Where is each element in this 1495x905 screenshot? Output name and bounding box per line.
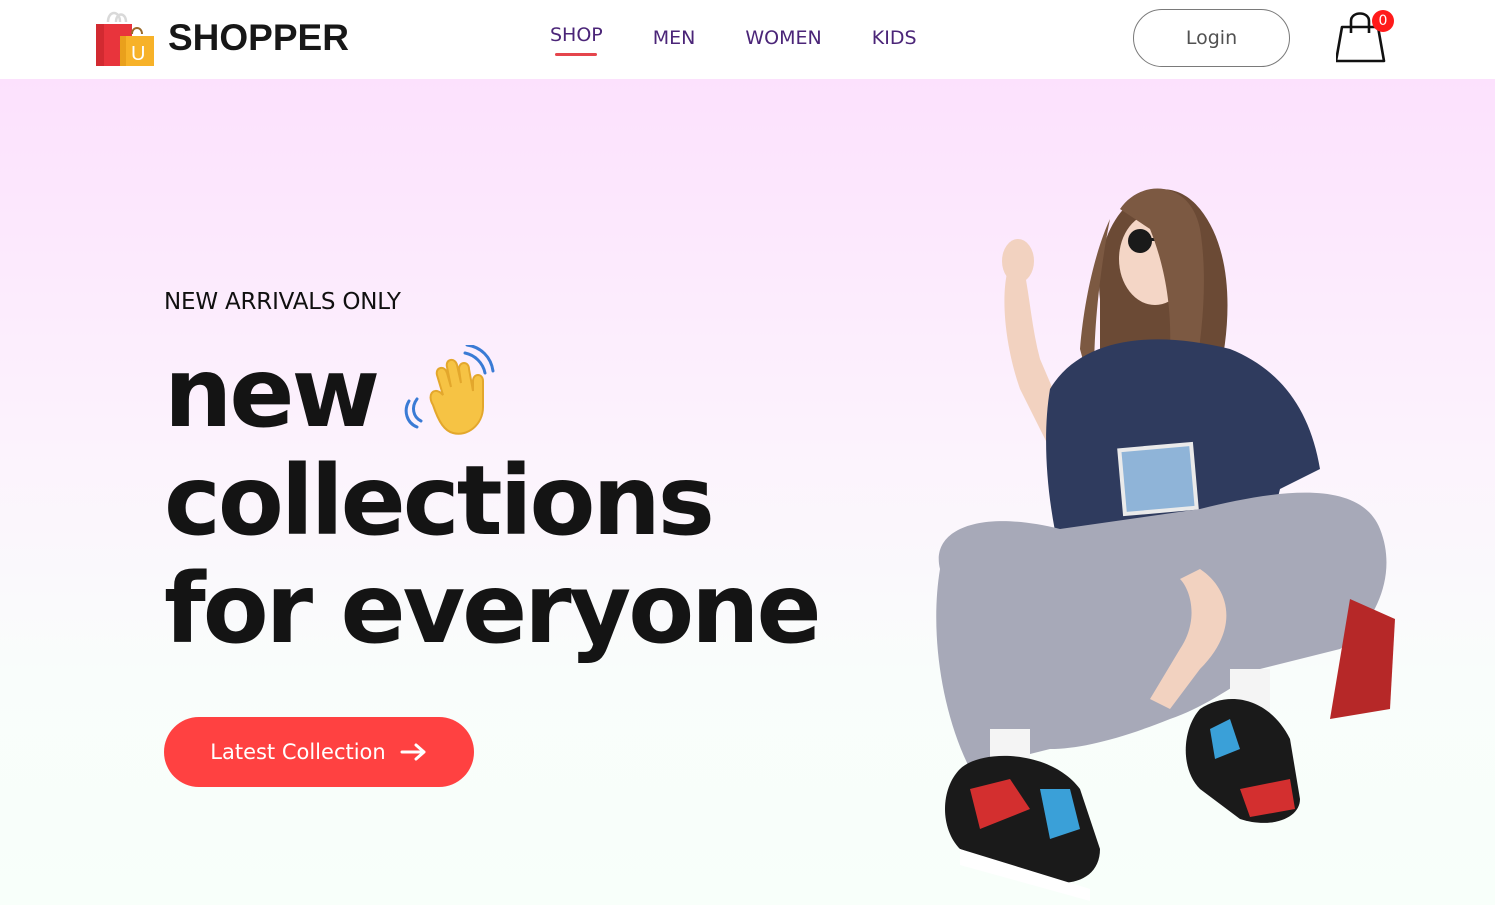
latest-collection-button[interactable]: Latest Collection xyxy=(164,717,474,787)
main-nav: SHOP MEN WOMEN KIDS xyxy=(550,22,967,60)
nav-item-men[interactable]: MEN xyxy=(653,22,696,60)
nav-item-kids[interactable]: KIDS xyxy=(872,22,917,60)
navbar: U SHOPPER SHOP MEN WOMEN KIDS Login 0 xyxy=(0,0,1495,79)
hero-title-line: for everyone xyxy=(164,553,822,665)
brand-logo[interactable]: U SHOPPER xyxy=(94,8,349,68)
hero-text: NEW ARRIVALS ONLY new collections for ev… xyxy=(164,289,822,665)
hero-title-word: collections xyxy=(164,445,715,557)
cart-button[interactable]: 0 xyxy=(1334,9,1394,67)
hero-title-word: new xyxy=(164,337,380,449)
nav-item-label: WOMEN xyxy=(745,27,822,49)
nav-item-label: SHOP xyxy=(550,24,603,46)
nav-item-label: KIDS xyxy=(871,27,917,49)
arrow-right-icon xyxy=(400,743,426,761)
waving-hand-icon xyxy=(404,345,495,435)
nav-item-women[interactable]: WOMEN xyxy=(745,22,821,60)
cta-label: Latest Collection xyxy=(210,740,386,764)
login-button[interactable]: Login xyxy=(1133,9,1290,67)
hero-section: NEW ARRIVALS ONLY new collections for ev… xyxy=(0,79,1495,905)
logo-letter: U xyxy=(131,43,145,65)
hero-title: new collections for everyone xyxy=(164,339,822,665)
nav-active-underline xyxy=(555,53,597,56)
hero-title-line: collections xyxy=(164,447,819,555)
shopping-bag-logo-icon: U xyxy=(96,11,154,66)
hero-title-line: new xyxy=(164,339,819,447)
nav-actions: Login 0 xyxy=(1133,9,1394,67)
hero-model-image xyxy=(936,188,1395,901)
nav-item-label: MEN xyxy=(652,27,696,49)
hero-title-word: for everyone xyxy=(164,553,822,665)
nav-item-shop[interactable]: SHOP xyxy=(550,19,603,57)
hero-kicker: NEW ARRIVALS ONLY xyxy=(164,289,401,315)
cart-count-badge: 0 xyxy=(1372,10,1394,32)
brand-name: SHOPPER xyxy=(168,17,349,58)
